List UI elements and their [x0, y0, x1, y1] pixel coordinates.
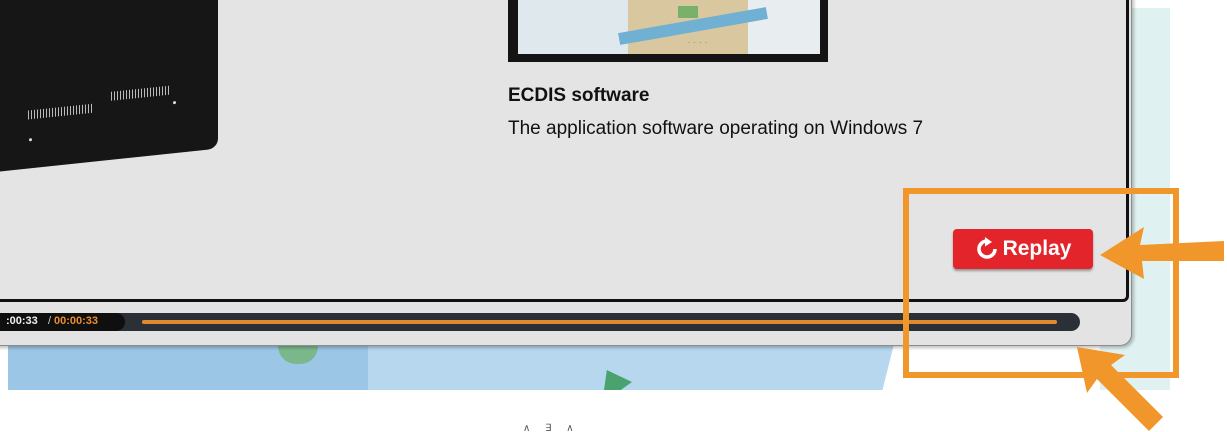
total-time: 00:00:33	[54, 315, 99, 327]
time-separator: /	[48, 315, 52, 327]
current-time: :00:33	[6, 315, 38, 327]
time-display: :00:33 / 00:00:33	[0, 313, 125, 331]
slide-subtitle: The application software operating on Wi…	[508, 118, 924, 139]
arrow-diagonal-icon	[1077, 347, 1163, 431]
caption-text: ∧ ∃ ∧	[523, 423, 580, 432]
background-map	[8, 346, 898, 390]
arrow-left-icon	[1100, 227, 1224, 279]
screenshot-stage: · · · · ECDIS software The application s…	[0, 0, 1227, 432]
ecdis-hardware-image	[0, 0, 218, 178]
slide-title: ECDIS software	[508, 85, 650, 106]
ecdis-monitor-image: · · · ·	[508, 0, 828, 62]
nautical-chart-image: · · · ·	[518, 0, 820, 54]
